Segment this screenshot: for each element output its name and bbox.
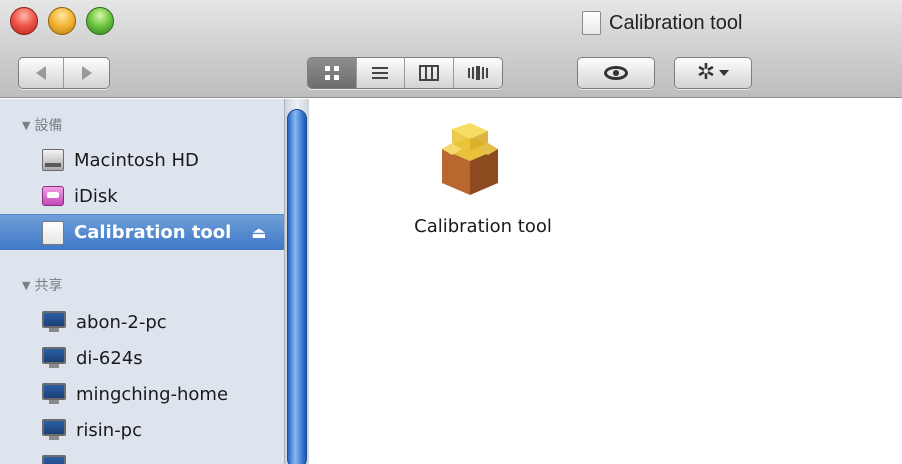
icon-view-icon — [324, 66, 339, 80]
sidebar-item-label: abon-2-pc — [76, 311, 167, 333]
chevron-down-icon — [719, 70, 730, 76]
column-view-button[interactable] — [405, 58, 454, 88]
icon-view-button[interactable] — [308, 58, 357, 88]
sidebar-item-risin-pc[interactable]: risin-pc — [0, 412, 284, 448]
idisk-icon — [42, 186, 64, 206]
back-button[interactable] — [19, 58, 65, 88]
coverflow-view-icon — [467, 66, 488, 80]
disclosure-triangle-icon: ▼ — [22, 118, 31, 132]
zoom-window-button[interactable] — [86, 7, 114, 35]
document-icon — [582, 11, 601, 35]
sidebar-item-label: Calibration tool — [74, 222, 232, 243]
computer-icon — [42, 419, 66, 441]
section-header-label: 共享 — [34, 278, 63, 294]
computer-icon — [42, 347, 66, 369]
sidebar-item-di-624s[interactable]: di-624s — [0, 340, 284, 376]
disclosure-triangle-icon: ▼ — [22, 278, 31, 292]
coverflow-view-button[interactable] — [454, 58, 503, 88]
sidebar-item-label: iDisk — [74, 185, 118, 207]
back-arrow-icon — [36, 66, 46, 80]
file-browser-content: Calibration tool — [310, 99, 902, 464]
sidebar: ▼ 設備 Macintosh HD iDisk Calibration tool… — [0, 99, 309, 464]
list-view-icon — [372, 67, 389, 79]
sidebar-item-idisk[interactable]: iDisk — [0, 178, 284, 214]
sidebar-item-label: di-624s — [76, 347, 143, 369]
minimize-window-button[interactable] — [48, 7, 76, 35]
list-view-button[interactable] — [357, 58, 405, 88]
back-forward-control — [18, 57, 110, 89]
action-menu-button[interactable]: ✲ — [674, 57, 752, 89]
sidebar-item-label: Macintosh HD — [74, 149, 199, 171]
view-mode-control — [307, 57, 503, 89]
sidebar-item-partial[interactable] — [0, 448, 284, 464]
sidebar-scrollbar-thumb[interactable] — [287, 109, 307, 464]
computer-icon — [42, 383, 66, 405]
computer-icon — [42, 455, 66, 464]
sidebar-item-macintosh-hd[interactable]: Macintosh HD — [0, 142, 284, 178]
close-window-button[interactable] — [10, 7, 38, 35]
forward-arrow-icon — [81, 66, 92, 80]
sidebar-item-abon-2-pc[interactable]: abon-2-pc — [0, 304, 284, 340]
eject-icon[interactable]: ⏏ — [251, 223, 266, 242]
hard-drive-icon — [42, 149, 64, 171]
sidebar-item-label: risin-pc — [76, 419, 143, 441]
volume-icon — [42, 220, 64, 245]
eye-icon — [604, 66, 628, 80]
quick-look-button[interactable] — [577, 57, 655, 89]
window-title-text: Calibration tool — [609, 11, 743, 34]
sidebar-section-shared[interactable]: ▼ 共享 — [22, 275, 62, 295]
sidebar-item-calibration-tool[interactable]: Calibration tool ⏏ — [0, 214, 284, 250]
file-item-label: Calibration tool — [414, 216, 552, 237]
column-view-icon — [418, 65, 439, 81]
sidebar-item-label: mingching-home — [76, 383, 229, 405]
section-header-label: 設備 — [34, 118, 63, 134]
sidebar-item-mingching-home[interactable]: mingching-home — [0, 376, 284, 412]
package-icon — [442, 123, 498, 195]
computer-icon — [42, 311, 66, 333]
window-toolbar: Calibration tool ✲ — [0, 0, 902, 98]
gear-icon: ✲ — [696, 60, 716, 85]
sidebar-section-devices[interactable]: ▼ 設備 — [22, 115, 62, 135]
window-title: Calibration tool — [582, 9, 742, 37]
forward-button[interactable] — [64, 58, 109, 88]
